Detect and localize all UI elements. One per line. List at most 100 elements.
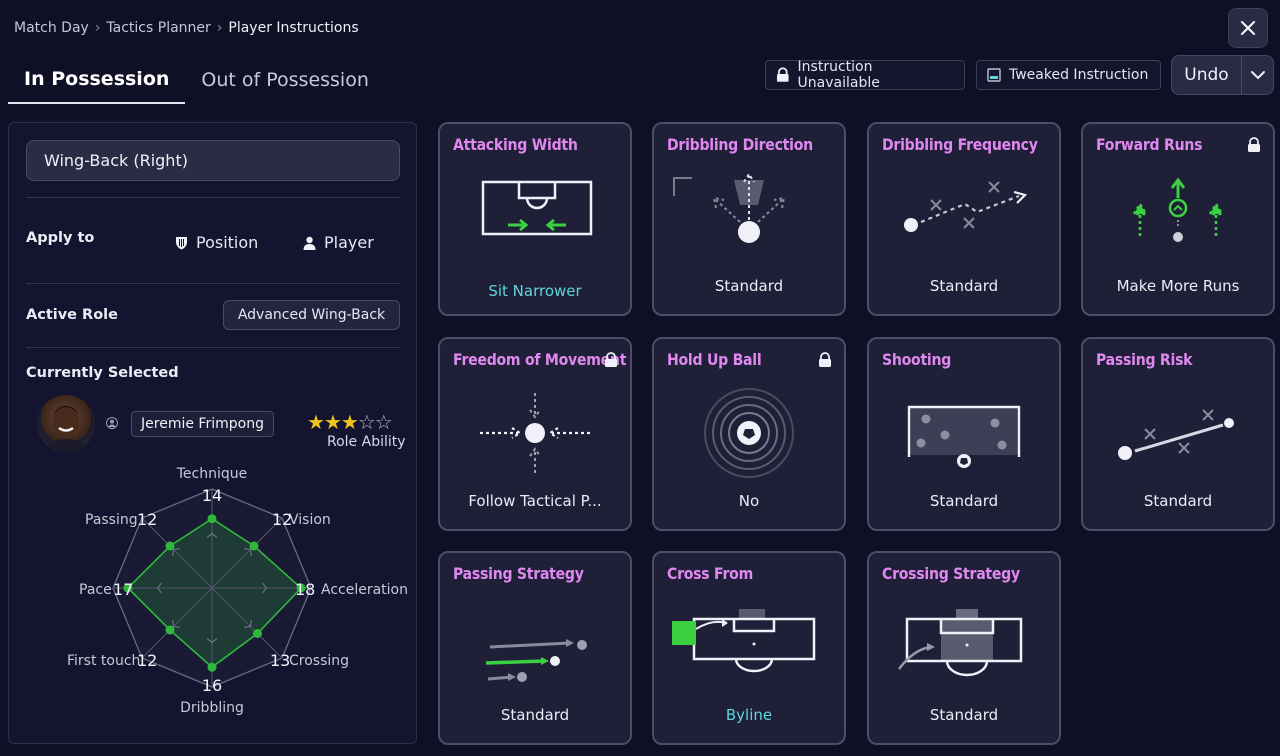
- radar-value-passing: 12: [137, 510, 157, 529]
- player-name[interactable]: Jeremie Frimpong: [131, 411, 274, 437]
- radar-value-pace: 17: [113, 580, 133, 599]
- star-filled-icon: ★: [307, 410, 325, 434]
- card-value: Standard: [1143, 492, 1213, 510]
- radar-point: [253, 629, 263, 639]
- apply-position-option[interactable]: Position: [175, 233, 258, 252]
- tab-in-possession[interactable]: In Possession: [8, 56, 186, 104]
- instruction-card-passing-risk[interactable]: Passing Risk Standard: [1081, 337, 1275, 531]
- player-portrait: [45, 405, 87, 453]
- lock-icon: [818, 352, 832, 372]
- role-ability-label: Role Ability: [327, 434, 406, 450]
- radar-value-crossing: 13: [270, 651, 290, 670]
- apply-to-label: Apply to: [26, 230, 95, 246]
- tweaked-icon: [987, 68, 1001, 82]
- instruction-card-attacking-width[interactable]: Attacking Width Sit Narrower: [438, 122, 632, 316]
- lock-icon: [604, 352, 618, 372]
- lock-icon: [776, 67, 789, 82]
- close-icon: [1240, 20, 1256, 36]
- star-filled-icon: ★: [323, 410, 342, 434]
- chevron-right-icon: ›: [94, 20, 101, 36]
- currently-selected-label: Currently Selected: [26, 365, 179, 381]
- instruction-card-forward-runs[interactable]: Forward Runs Make More Runs: [1081, 122, 1275, 316]
- apply-position-label: Position: [196, 233, 259, 252]
- card-value: Standard: [929, 492, 999, 510]
- card-title: Cross From: [667, 564, 753, 583]
- card-value: Sit Narrower: [488, 282, 582, 300]
- card-value: Standard: [929, 706, 999, 724]
- card-illustration: [704, 388, 794, 478]
- attribute-radar: Technique14Vision12Acceleration18Crossin…: [67, 466, 408, 716]
- apply-player-option[interactable]: Player: [303, 233, 374, 252]
- radar-label-dribbling: Dribbling: [180, 700, 244, 716]
- radar-label-vision: Vision: [289, 512, 331, 528]
- active-role-label: Active Role: [26, 307, 118, 323]
- card-value: Standard: [714, 277, 784, 295]
- undo-label: Undo: [1184, 65, 1229, 85]
- role-ability-stars: ★★★☆☆: [307, 410, 393, 434]
- player-avatar: [37, 395, 95, 453]
- divider: [26, 283, 400, 284]
- radar-point: [165, 625, 175, 635]
- card-illustration: [904, 181, 1028, 232]
- radar-point: [249, 541, 259, 551]
- card-title: Dribbling Frequency: [882, 135, 1038, 154]
- breadcrumb: Match Day › Tactics Planner › Player Ins…: [14, 18, 359, 38]
- card-illustration: [898, 609, 1023, 677]
- breadcrumb-tactics-planner[interactable]: Tactics Planner: [106, 20, 210, 36]
- divider: [26, 197, 400, 198]
- radar-label-passing: Passing: [85, 512, 138, 528]
- undo-button[interactable]: Undo: [1171, 55, 1274, 95]
- instruction-card-crossing-strategy[interactable]: Crossing Strategy Standard: [867, 551, 1061, 745]
- chevron-down-icon: [1250, 71, 1265, 80]
- card-title: Crossing Strategy: [882, 564, 1020, 583]
- instruction-card-hold-up-ball[interactable]: Hold Up Ball No: [652, 337, 846, 531]
- radar-value-first-touch: 12: [137, 651, 157, 670]
- radar-value-vision: 12: [272, 510, 292, 529]
- instruction-card-shooting[interactable]: Shooting Standard: [867, 337, 1061, 531]
- undo-dropdown[interactable]: [1241, 56, 1273, 94]
- legend-tweaked-instruction: Tweaked Instruction: [976, 60, 1161, 90]
- card-illustration: [907, 405, 1021, 468]
- radar-label-pace: Pace: [79, 582, 112, 598]
- radar-value-dribbling: 16: [202, 676, 222, 695]
- radar-label-crossing: Crossing: [289, 653, 349, 669]
- card-illustration: [485, 639, 587, 682]
- apply-player-label: Player: [324, 233, 374, 252]
- radar-label-acceleration: Acceleration: [321, 582, 408, 598]
- person-icon: [303, 236, 316, 250]
- card-value: Follow Tactical P...: [468, 492, 602, 510]
- card-illustration: [1118, 409, 1234, 460]
- card-illustration: [672, 609, 816, 673]
- instruction-card-dribbling-direction[interactable]: Dribbling Direction Standard: [652, 122, 846, 316]
- instruction-card-passing-strategy[interactable]: Passing Strategy Standard: [438, 551, 632, 745]
- card-title: Hold Up Ball: [667, 350, 762, 369]
- instruction-card-cross-from[interactable]: Cross From Byline: [652, 551, 846, 745]
- card-value: Byline: [725, 706, 773, 724]
- star-empty-icon: ☆: [357, 410, 376, 434]
- legend-unavailable-label: Instruction Unavailable: [797, 59, 880, 91]
- tab-out-of-possession[interactable]: Out of Possession: [185, 56, 384, 104]
- card-title: Passing Strategy: [453, 564, 584, 583]
- instruction-card-freedom-of-movement[interactable]: Freedom of Movement Follow Tactical P...: [438, 337, 632, 531]
- person-icon: [106, 417, 118, 429]
- close-button[interactable]: [1228, 8, 1268, 48]
- star-empty-icon: ☆: [374, 410, 393, 434]
- radar-point: [165, 541, 175, 551]
- divider: [26, 347, 400, 348]
- breadcrumb-player-instructions: Player Instructions: [228, 20, 359, 36]
- instruction-card-dribbling-frequency[interactable]: Dribbling Frequency Standard: [867, 122, 1061, 316]
- card-value: No: [738, 492, 760, 510]
- player-panel: Wing-Back (Right) Apply to Position Play…: [8, 122, 417, 744]
- legend-tweaked-label: Tweaked Instruction: [1009, 67, 1149, 83]
- radar-label-first-touch: First touch: [67, 653, 140, 669]
- active-role-select[interactable]: Advanced Wing-Back: [223, 300, 400, 330]
- card-title: Forward Runs: [1096, 135, 1203, 154]
- radar-point: [207, 514, 217, 524]
- card-title: Dribbling Direction: [667, 135, 813, 154]
- lock-icon: [1247, 137, 1261, 157]
- card-title: Shooting: [882, 350, 952, 369]
- breadcrumb-match-day[interactable]: Match Day: [14, 20, 89, 36]
- card-value: Make More Runs: [1116, 277, 1240, 295]
- role-select[interactable]: Wing-Back (Right): [26, 140, 400, 181]
- card-title: Passing Risk: [1096, 350, 1193, 369]
